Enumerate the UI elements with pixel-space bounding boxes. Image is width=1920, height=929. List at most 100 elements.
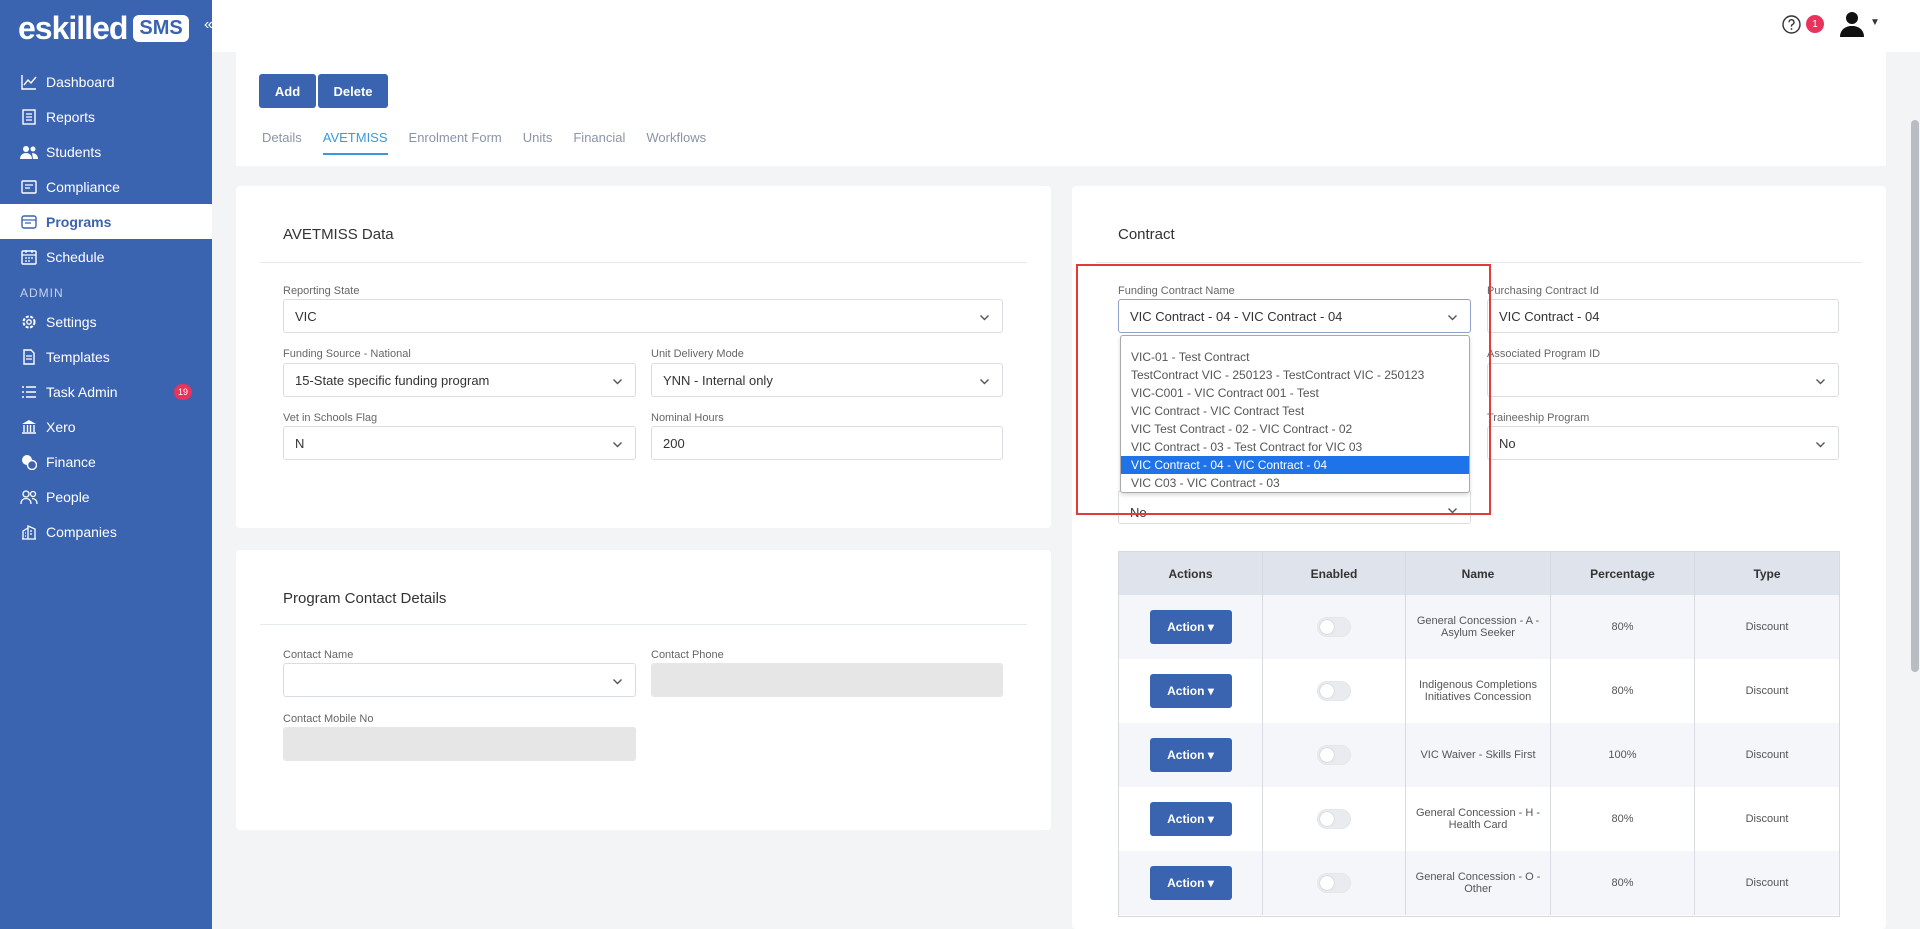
- enabled-toggle[interactable]: [1317, 745, 1351, 765]
- document-icon: [20, 348, 38, 366]
- contact-name-select[interactable]: [283, 663, 636, 697]
- vet-flag-select[interactable]: N: [283, 426, 636, 460]
- top-header: [212, 0, 1920, 52]
- purchasing-contract-label: Purchasing Contract Id: [1487, 285, 1599, 297]
- delete-button[interactable]: Delete: [318, 74, 388, 108]
- sidebar-item-label: Settings: [46, 313, 97, 330]
- header-name: Name: [1406, 552, 1551, 595]
- sidebar-item-finance[interactable]: Finance: [0, 444, 212, 479]
- chevron-down-icon: [1815, 375, 1826, 390]
- tab-enrolment-form[interactable]: Enrolment Form: [409, 130, 502, 155]
- chevron-down-icon: [612, 438, 623, 453]
- purchasing-contract-input[interactable]: VIC Contract - 04: [1487, 299, 1839, 333]
- table-row: Action ▾ Indigenous Completions Initiati…: [1119, 659, 1839, 723]
- sidebar-item-label: Compliance: [46, 178, 120, 195]
- nominal-hours-label: Nominal Hours: [651, 412, 724, 424]
- sidebar-item-label: Dashboard: [46, 73, 115, 90]
- list-icon: [20, 383, 38, 401]
- sidebar-item-students[interactable]: Students: [0, 134, 212, 169]
- reporting-state-select[interactable]: VIC: [283, 299, 1003, 333]
- sidebar-item-reports[interactable]: Reports: [0, 99, 212, 134]
- help-icon[interactable]: [1782, 15, 1801, 39]
- calendar-icon: [20, 248, 38, 266]
- sidebar-item-task-admin[interactable]: Task Admin 19: [0, 374, 212, 409]
- concession-type: Discount: [1745, 813, 1789, 825]
- report-icon: [20, 108, 38, 126]
- chevron-down-icon: [612, 375, 623, 390]
- programs-icon: [20, 213, 38, 231]
- unit-delivery-select[interactable]: YNN - Internal only: [651, 363, 1003, 397]
- table-header: Actions Enabled Name Percentage Type: [1119, 552, 1839, 595]
- add-button[interactable]: Add: [259, 74, 316, 108]
- enabled-toggle[interactable]: [1317, 809, 1351, 829]
- action-button[interactable]: Action ▾: [1149, 674, 1232, 708]
- enabled-toggle[interactable]: [1317, 617, 1351, 637]
- action-button[interactable]: Action ▾: [1149, 866, 1232, 900]
- chevron-down-icon: [612, 675, 623, 690]
- nominal-hours-input[interactable]: 200: [651, 426, 1003, 460]
- user-avatar-icon[interactable]: [1838, 10, 1866, 43]
- concession-type: Discount: [1745, 685, 1789, 697]
- nominal-hours-value: 200: [663, 435, 685, 451]
- people-icon: [20, 488, 38, 506]
- sidebar-item-label: Xero: [46, 418, 76, 435]
- sidebar-item-dashboard[interactable]: Dashboard: [0, 64, 212, 99]
- sidebar-item-people[interactable]: People: [0, 479, 212, 514]
- concession-type: Discount: [1745, 749, 1789, 761]
- tab-avetmiss[interactable]: AVETMISS: [322, 130, 388, 155]
- brand-logo[interactable]: eskilled SMS: [18, 8, 189, 48]
- header-percentage: Percentage: [1551, 552, 1695, 595]
- sidebar-nav: Dashboard Reports Students Compliance Pr…: [0, 64, 212, 549]
- concession-percentage: 100%: [1551, 723, 1695, 787]
- task-admin-badge: 19: [174, 383, 192, 400]
- page-scrollbar-thumb[interactable]: [1911, 120, 1919, 672]
- concession-type: Discount: [1745, 877, 1789, 889]
- traineeship-program-value: No: [1499, 435, 1516, 451]
- reporting-state-label: Reporting State: [283, 285, 360, 297]
- contact-mobile-label: Contact Mobile No: [283, 713, 374, 725]
- action-button[interactable]: Action ▾: [1149, 738, 1232, 772]
- funding-source-select[interactable]: 15-State specific funding program: [283, 363, 636, 397]
- unit-delivery-label: Unit Delivery Mode: [651, 348, 744, 360]
- sidebar-item-label: Programs: [46, 213, 112, 230]
- action-button[interactable]: Action ▾: [1149, 610, 1232, 644]
- tab-workflows[interactable]: Workflows: [646, 130, 706, 155]
- sidebar-item-templates[interactable]: Templates: [0, 339, 212, 374]
- sidebar-item-programs[interactable]: Programs: [0, 204, 212, 239]
- notification-badge[interactable]: 1: [1806, 15, 1824, 33]
- traineeship-program-select[interactable]: No: [1487, 426, 1839, 460]
- concession-percentage: 80%: [1551, 851, 1695, 915]
- sidebar-item-settings[interactable]: Settings: [0, 304, 212, 339]
- sidebar-item-label: Schedule: [46, 248, 105, 265]
- action-button[interactable]: Action ▾: [1149, 802, 1232, 836]
- concessions-table: Actions Enabled Name Percentage Type Act…: [1118, 551, 1840, 917]
- concession-name: VIC Waiver - Skills First: [1406, 723, 1551, 787]
- chevron-down-icon: [979, 311, 990, 326]
- sidebar-item-xero[interactable]: Xero: [0, 409, 212, 444]
- enabled-toggle[interactable]: [1317, 681, 1351, 701]
- program-contact-title: Program Contact Details: [283, 590, 447, 607]
- contact-name-label: Contact Name: [283, 649, 354, 661]
- concession-name: Indigenous Completions Initiatives Conce…: [1406, 659, 1551, 723]
- reporting-state-value: VIC: [295, 308, 317, 324]
- enabled-toggle[interactable]: [1317, 873, 1351, 893]
- table-row: Action ▾ General Concession - H - Health…: [1119, 787, 1839, 851]
- table-row: Action ▾ General Concession - O - Other …: [1119, 851, 1839, 915]
- sidebar-item-label: People: [46, 488, 90, 505]
- sidebar-item-compliance[interactable]: Compliance: [0, 169, 212, 204]
- user-menu-caret-icon[interactable]: ▼: [1870, 17, 1880, 28]
- sidebar-item-label: Reports: [46, 108, 96, 125]
- tab-financial[interactable]: Financial: [573, 130, 625, 155]
- sidebar-item-schedule[interactable]: Schedule: [0, 239, 212, 274]
- tab-units[interactable]: Units: [523, 130, 553, 155]
- sidebar-item-companies[interactable]: Companies: [0, 514, 212, 549]
- brand-name: eskilled: [18, 9, 128, 46]
- associated-program-select[interactable]: [1487, 363, 1839, 397]
- tab-details[interactable]: Details: [262, 130, 302, 155]
- chevron-down-icon: [979, 375, 990, 390]
- concession-name: General Concession - O - Other: [1406, 851, 1551, 915]
- concession-name: General Concession - H - Health Card: [1406, 787, 1551, 851]
- table-row: Action ▾ VIC Waiver - Skills First 100% …: [1119, 723, 1839, 787]
- sidebar-item-label: Finance: [46, 453, 96, 470]
- vet-flag-value: N: [295, 435, 305, 451]
